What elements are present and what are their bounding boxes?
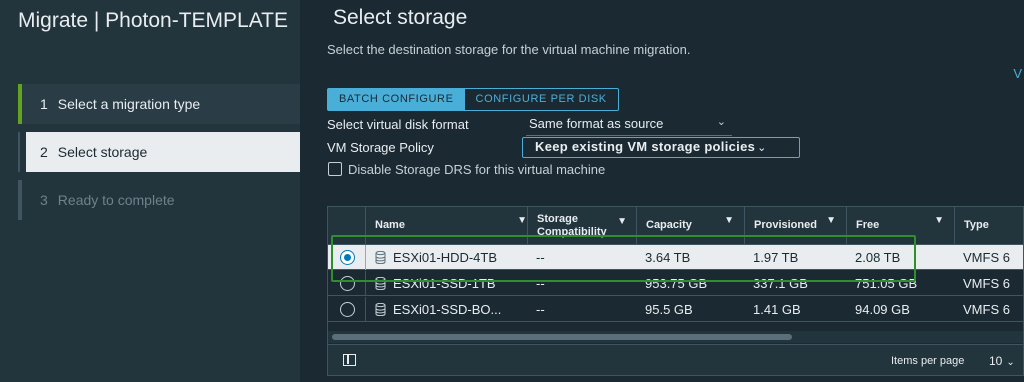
cell-capacity: 95.5 GB xyxy=(645,302,693,317)
chevron-down-icon: ⌄ xyxy=(1006,357,1015,368)
column-header-free[interactable]: Free ▼ xyxy=(846,207,954,245)
disable-drs-checkbox[interactable] xyxy=(328,162,342,176)
datastore-row[interactable]: ESXi01-SSD-1TB -- 953.75 GB 337.1 GB 751… xyxy=(328,271,1023,296)
filter-icon[interactable]: ▼ xyxy=(617,215,627,228)
cell-type: VMFS 6 xyxy=(963,302,1010,317)
step-number: 1 xyxy=(40,96,48,112)
datastore-row[interactable]: ESXi01-HDD-4TB -- 3.64 TB 1.97 TB 2.08 T… xyxy=(328,245,1023,270)
configure-mode-toggle: BATCH CONFIGURE CONFIGURE PER DISK xyxy=(327,88,619,111)
cell-compat: -- xyxy=(536,276,545,291)
storage-policy-value: Keep existing VM storage policies xyxy=(535,139,756,154)
cell-capacity: 953.75 GB xyxy=(645,276,708,291)
truncated-link[interactable]: V xyxy=(1013,66,1022,81)
tab-configure-per-disk[interactable]: CONFIGURE PER DISK xyxy=(465,89,618,110)
column-header-capacity[interactable]: Capacity ▼ xyxy=(636,207,744,245)
disk-format-label: Select virtual disk format xyxy=(327,117,469,132)
storage-policy-label: VM Storage Policy xyxy=(327,140,434,155)
step-label: Select storage xyxy=(57,144,148,160)
horizontal-scrollbar[interactable] xyxy=(328,331,1023,343)
items-per-page-label: Items per page xyxy=(891,355,965,367)
row-radio[interactable] xyxy=(340,302,355,317)
scrollbar-thumb[interactable] xyxy=(332,334,792,340)
items-per-page-select[interactable]: 10 ⌄ xyxy=(989,354,1015,368)
filter-icon[interactable]: ▼ xyxy=(724,215,734,226)
main-content: Select storage Select the destination st… xyxy=(300,0,1024,382)
grid-footer: Items per page 10 ⌄ xyxy=(328,344,1023,375)
cell-name: ESXi01-HDD-4TB xyxy=(365,245,527,270)
wizard-steps: 1 Select a migration type 2 Select storage… xyxy=(18,84,300,228)
datastore-grid: Name ▼ Storage Compatibility ▼ Capacity … xyxy=(327,206,1024,376)
cell-free: 2.08 TB xyxy=(855,250,901,265)
cell-provisioned: 337.1 GB xyxy=(753,276,808,291)
cell-name: ESXi01-SSD-BO... xyxy=(365,297,527,322)
chevron-down-icon: ⌄ xyxy=(757,142,767,154)
column-header-storage-compatibility[interactable]: Storage Compatibility ▼ xyxy=(527,207,637,245)
column-toggle-icon[interactable] xyxy=(343,354,356,366)
cell-compat: -- xyxy=(536,250,545,265)
chevron-down-icon: ⌄ xyxy=(716,116,726,128)
cell-name: ESXi01-SSD-1TB xyxy=(365,271,527,296)
page-title: Select storage xyxy=(333,6,468,29)
step-label: Ready to complete xyxy=(57,192,175,208)
wizard-title: Migrate | Photon-TEMPLATE xyxy=(18,9,288,32)
step-label: Select a migration type xyxy=(57,96,201,112)
filter-icon[interactable]: ▼ xyxy=(934,215,944,226)
step-indicator xyxy=(18,180,22,220)
datastore-row[interactable]: ESXi01-SSD-BO... -- 95.5 GB 1.41 GB 94.0… xyxy=(328,297,1023,322)
datastore-icon xyxy=(375,277,386,290)
disk-format-value: Same format as source xyxy=(529,116,664,131)
cell-type: VMFS 6 xyxy=(963,276,1010,291)
wizard-panel: Migrate | Photon-TEMPLATE 1 Select a migr… xyxy=(0,0,300,382)
filter-icon[interactable]: ▼ xyxy=(517,215,527,226)
cell-provisioned: 1.41 GB xyxy=(753,302,801,317)
page-subtitle: Select the destination storage for the v… xyxy=(327,42,691,57)
cell-type: VMFS 6 xyxy=(963,250,1010,265)
grid-header: Name ▼ Storage Compatibility ▼ Capacity … xyxy=(328,207,1023,245)
cell-capacity: 3.64 TB xyxy=(645,250,691,265)
row-radio-selected[interactable] xyxy=(340,250,355,265)
column-header-type[interactable]: Type xyxy=(954,207,1023,245)
cell-compat: -- xyxy=(536,302,545,317)
cell-free: 751.05 GB xyxy=(855,276,918,291)
wizard-step-select-migration-type[interactable]: 1 Select a migration type xyxy=(18,84,300,124)
cell-free: 94.09 GB xyxy=(855,302,910,317)
wizard-step-select-storage[interactable]: 2 Select storage xyxy=(18,132,300,172)
storage-policy-select[interactable]: Keep existing VM storage policies ⌄ xyxy=(522,137,800,158)
filter-icon[interactable]: ▼ xyxy=(826,215,836,226)
disk-format-select[interactable]: Same format as source ⌄ xyxy=(526,114,732,136)
step-indicator xyxy=(18,84,22,124)
step-number: 2 xyxy=(40,144,48,160)
column-header-provisioned[interactable]: Provisioned ▼ xyxy=(744,207,846,245)
datastore-icon xyxy=(375,303,386,316)
column-header-name[interactable]: Name ▼ xyxy=(365,207,537,245)
wizard-step-ready-to-complete: 3 Ready to complete xyxy=(18,180,300,220)
cell-provisioned: 1.97 TB xyxy=(753,250,799,265)
datastore-icon xyxy=(375,251,386,264)
step-indicator xyxy=(18,132,20,172)
step-number: 3 xyxy=(40,192,48,208)
row-radio[interactable] xyxy=(340,276,355,291)
disable-drs-label: Disable Storage DRS for this virtual mac… xyxy=(348,162,606,177)
tab-batch-configure[interactable]: BATCH CONFIGURE xyxy=(328,89,465,110)
